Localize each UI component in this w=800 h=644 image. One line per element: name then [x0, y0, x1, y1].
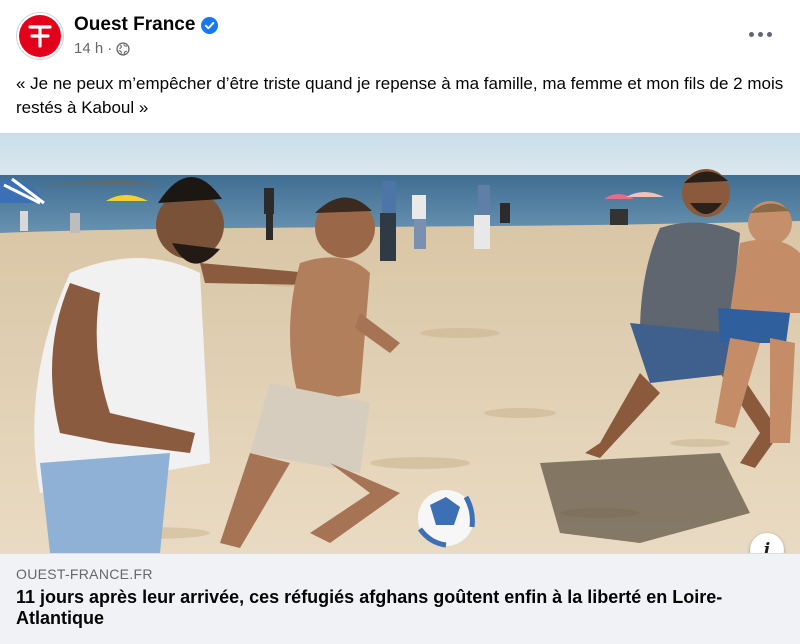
page-name[interactable]: Ouest France: [74, 14, 195, 36]
ouest-france-logo: [19, 15, 61, 57]
football: [417, 490, 475, 548]
post-header: Ouest France 14 h ·: [0, 0, 800, 70]
verified-badge-icon: [201, 16, 219, 34]
facebook-post: Ouest France 14 h · « Je ne peux m’empêc…: [0, 0, 800, 644]
more-dot: [757, 31, 763, 37]
link-headline[interactable]: 11 jours après leur arrivée, ces réfugié…: [16, 587, 776, 629]
more-dot: [748, 31, 754, 37]
globe-icon[interactable]: [116, 41, 130, 56]
post-caption: « Je ne peux m’empêcher d’être triste qu…: [16, 74, 784, 117]
post-meta: 14 h ·: [74, 40, 130, 57]
beach-football-photo: [0, 133, 800, 553]
post-timestamp[interactable]: 14 h: [74, 40, 103, 57]
post-photo[interactable]: [0, 133, 800, 553]
meta-separator: ·: [107, 40, 113, 57]
page-name-link[interactable]: Ouest France: [74, 14, 219, 36]
link-preview[interactable]: OUEST-FRANCE.FR 11 jours après leur arri…: [0, 553, 800, 644]
page-avatar[interactable]: [16, 12, 64, 60]
link-domain: OUEST-FRANCE.FR: [16, 566, 153, 582]
more-dot: [766, 31, 772, 37]
more-options-button[interactable]: [742, 22, 778, 46]
